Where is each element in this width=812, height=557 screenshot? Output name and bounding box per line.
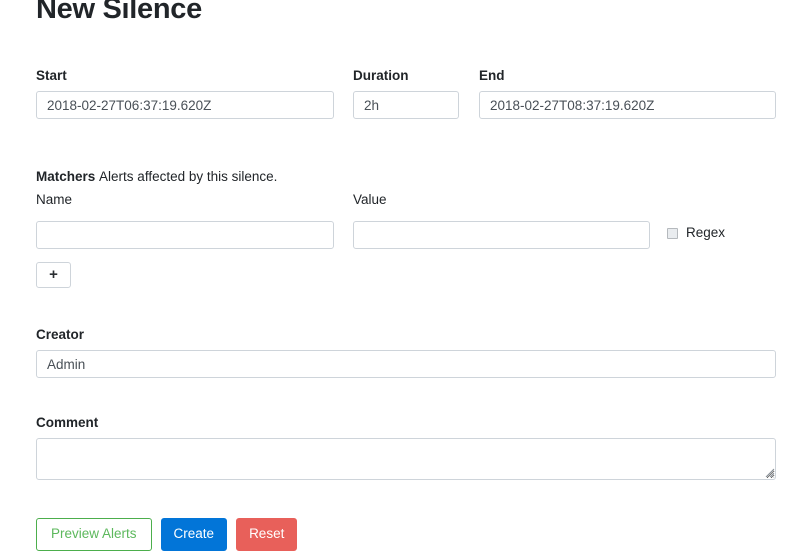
matchers-description-text: Alerts affected by this silence. bbox=[99, 169, 278, 184]
new-silence-page: New Silence Start Duration End Matchers … bbox=[0, 0, 812, 557]
creator-label: Creator bbox=[36, 327, 85, 342]
end-label: End bbox=[479, 68, 505, 83]
comment-textarea[interactable] bbox=[36, 438, 776, 480]
regex-label: Regex bbox=[686, 225, 726, 240]
comment-label: Comment bbox=[36, 415, 99, 430]
start-label: Start bbox=[36, 68, 67, 83]
form-actions: Preview Alerts Create Reset bbox=[36, 518, 298, 551]
page-title: New Silence bbox=[36, 0, 202, 25]
start-input[interactable] bbox=[36, 91, 334, 119]
add-matcher-button[interactable]: + bbox=[36, 262, 71, 288]
checkbox-icon[interactable] bbox=[667, 227, 678, 239]
plus-icon: + bbox=[49, 266, 58, 283]
matcher-value-label: Value bbox=[353, 192, 387, 207]
preview-alerts-button[interactable]: Preview Alerts bbox=[36, 518, 152, 551]
creator-input[interactable] bbox=[36, 350, 776, 378]
matcher-name-label: Name bbox=[36, 192, 73, 207]
matchers-heading: Matchers bbox=[36, 169, 96, 184]
matcher-value-input[interactable] bbox=[353, 221, 650, 249]
duration-label: Duration bbox=[353, 68, 409, 83]
end-input[interactable] bbox=[479, 91, 776, 119]
duration-input[interactable] bbox=[353, 91, 459, 119]
reset-button[interactable]: Reset bbox=[236, 518, 298, 551]
matchers-description: Matchers Alerts affected by this silence… bbox=[36, 168, 277, 186]
create-button[interactable]: Create bbox=[160, 518, 228, 551]
matcher-name-input[interactable] bbox=[36, 221, 334, 249]
regex-checkbox-group[interactable]: Regex bbox=[667, 226, 725, 240]
